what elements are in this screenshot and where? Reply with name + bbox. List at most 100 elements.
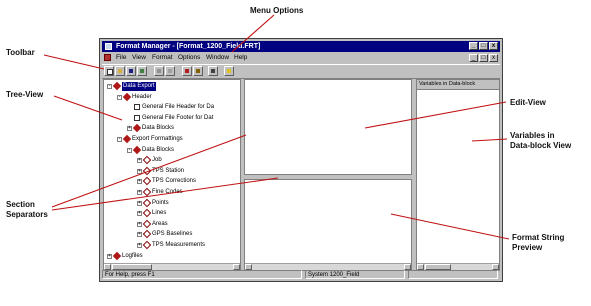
leader-toolbar [43, 54, 105, 70]
tree-item-label: Data Export [122, 82, 156, 91]
tree-item-label: Export Formattings [132, 136, 183, 142]
collapse-icon[interactable]: - [117, 94, 122, 100]
expand-icon[interactable]: + [137, 190, 142, 195]
tree-item-label: TPS Corrections [152, 178, 197, 185]
callout-variables: Variables in Data-block View [510, 131, 571, 151]
split-icon[interactable] [208, 66, 218, 76]
expand-icon[interactable]: + [137, 158, 142, 164]
tree-item[interactable]: + Data Blocks [104, 124, 240, 133]
callout-format-string: Format String Preview [512, 233, 564, 253]
menu-window[interactable]: Window [206, 53, 229, 63]
tree-item[interactable]: General File Header for Da [104, 103, 240, 112]
collapse-icon[interactable]: - [107, 84, 112, 89]
tree-item-label: Areas [152, 220, 168, 227]
folder-icon [122, 92, 132, 101]
edit-view[interactable] [244, 79, 412, 175]
tree-item-label: Data Blocks [142, 146, 175, 153]
expand-icon[interactable]: + [137, 221, 142, 227]
tree-item[interactable]: + Fine Codes [104, 187, 240, 197]
expand-icon[interactable]: + [137, 211, 142, 217]
folder-icon [132, 145, 142, 154]
callout-format-line1: Format String [512, 233, 565, 242]
status-help: For Help, press F1 [102, 270, 302, 279]
callout-edit-view: Edit-View [510, 98, 546, 107]
tree-horizontal-scrollbar[interactable] [104, 263, 240, 270]
copy-icon[interactable] [165, 66, 175, 76]
maximize-button[interactable]: □ [479, 42, 488, 50]
tree-item[interactable]: + GPS Baselines [104, 230, 240, 239]
document-icon [134, 104, 140, 111]
tree-item[interactable]: + Job [104, 155, 240, 165]
new-icon[interactable] [104, 66, 114, 76]
find-icon[interactable] [182, 66, 192, 76]
document-icon [134, 114, 140, 121]
app-icon [105, 43, 112, 50]
tree-item-label: Header [132, 93, 152, 100]
menu-help[interactable]: Help [234, 53, 247, 63]
callout-toolbar: Toolbar [6, 48, 35, 57]
tree-item[interactable]: + Points [104, 198, 240, 208]
help-icon[interactable] [224, 66, 234, 76]
data-block-icon [142, 208, 152, 218]
doc-close-button[interactable]: x [489, 54, 498, 62]
expand-icon[interactable]: + [137, 232, 142, 238]
tree-item-label: TPS Measurements [152, 242, 206, 248]
data-block-icon [142, 155, 152, 165]
title-bar[interactable]: Format Manager - [Format_1200_Field.FRT]… [102, 41, 500, 52]
folder-icon [132, 124, 142, 133]
minimize-button[interactable]: _ [469, 42, 478, 50]
tree-icon[interactable] [193, 66, 203, 76]
document-icon[interactable] [104, 54, 111, 61]
status-system: System 1200_Field [305, 270, 405, 279]
tree-item[interactable]: - Export Formattings [104, 134, 240, 144]
expand-icon[interactable]: + [137, 200, 142, 206]
preview-horizontal-scrollbar[interactable] [245, 263, 411, 270]
menu-view[interactable]: View [132, 53, 146, 63]
collapse-icon[interactable]: - [127, 147, 132, 153]
close-button[interactable]: x [489, 42, 498, 50]
variables-view[interactable]: Variables in Data-block [416, 79, 500, 271]
callout-section-line1: Section [6, 200, 35, 209]
tree-item[interactable]: - Data Export [104, 81, 240, 91]
callout-variables-line1: Variables in [510, 131, 555, 140]
variables-horizontal-scrollbar[interactable] [417, 263, 499, 270]
tree-item[interactable]: + TPS Station [104, 166, 240, 176]
menu-options[interactable]: Options [178, 53, 200, 63]
collapse-icon[interactable]: - [117, 137, 122, 142]
tree-item[interactable]: + Lines [104, 208, 240, 218]
expand-icon[interactable]: + [127, 126, 132, 132]
tree-item[interactable]: + TPS Measurements [104, 240, 240, 250]
format-string-preview[interactable] [244, 179, 412, 271]
menu-file[interactable]: File [116, 53, 126, 63]
save-icon[interactable] [126, 66, 136, 76]
expand-icon[interactable]: + [137, 168, 142, 174]
export-icon[interactable] [137, 66, 147, 76]
tree-item[interactable]: - Data Blocks [104, 145, 240, 155]
data-block-icon [142, 187, 152, 197]
status-bar: For Help, press F1 System 1200_Field [102, 270, 500, 279]
format-manager-window: Format Manager - [Format_1200_Field.FRT]… [99, 38, 503, 282]
data-block-icon [142, 230, 152, 239]
menu-format[interactable]: Format [152, 53, 173, 63]
doc-minimize-button[interactable]: _ [469, 54, 478, 62]
data-block-icon [142, 198, 152, 207]
expand-icon[interactable]: + [137, 179, 142, 185]
folder-icon [122, 134, 132, 144]
tree-item-label: Data Blocks [142, 125, 175, 132]
tree-item[interactable]: + Areas [104, 219, 240, 229]
data-block-icon [142, 166, 152, 176]
document-window-controls: _ □ x [469, 54, 498, 62]
tree-view[interactable]: - Data Export - Header General File Header f… [103, 79, 241, 271]
tree-item[interactable]: - Header [104, 92, 240, 102]
expand-icon[interactable]: + [107, 253, 112, 259]
data-block-icon [142, 240, 152, 250]
tree-item[interactable]: + TPS Corrections [104, 177, 240, 186]
doc-restore-button[interactable]: □ [479, 54, 488, 62]
expand-icon[interactable]: + [137, 243, 142, 248]
tree-item-label: Points [152, 199, 169, 206]
tree-item[interactable]: General File Footer for Dat [104, 114, 240, 123]
cut-icon[interactable] [154, 66, 164, 76]
open-icon[interactable] [115, 66, 125, 76]
tree-item[interactable]: + Logfiles [104, 251, 240, 261]
data-block-icon [142, 219, 152, 229]
